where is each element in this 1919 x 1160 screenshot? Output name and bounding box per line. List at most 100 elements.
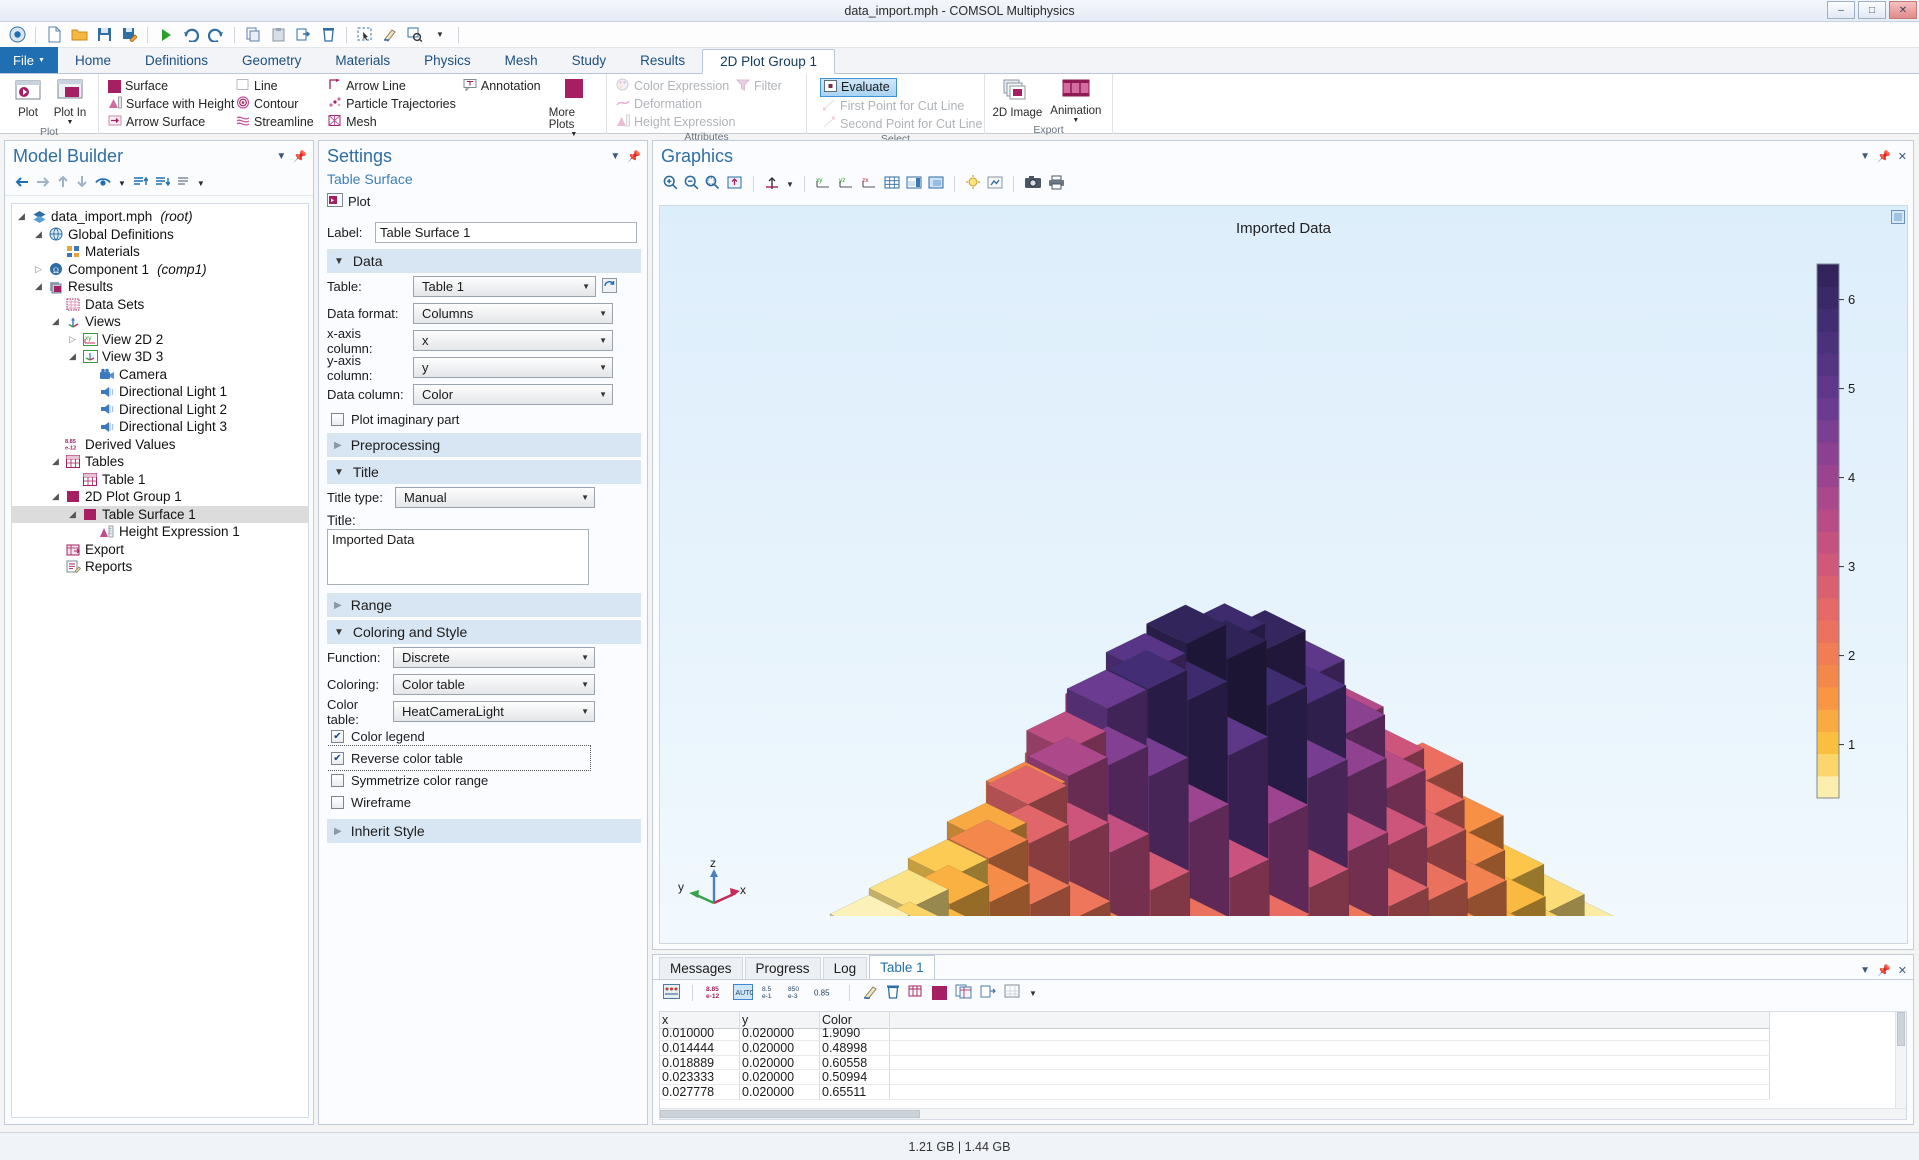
zoom-extents-icon[interactable] — [705, 175, 721, 193]
coloring-select[interactable]: Color table ▼ — [393, 674, 595, 695]
table-cell[interactable]: 0.018889 — [660, 1055, 740, 1071]
add-annotation-button[interactable]: Annotation — [461, 77, 549, 95]
tree-node-component-1[interactable]: ▷ Ω Component 1 (comp1) — [12, 261, 308, 279]
twisty-expanded-icon[interactable]: ◢ — [67, 509, 78, 520]
show-dropdown-icon[interactable]: ▼ — [118, 179, 126, 188]
pin-icon[interactable]: 📌 — [1877, 150, 1891, 163]
section-data-header[interactable]: ▼ Data — [327, 249, 641, 273]
tree-node-directional-light-3[interactable]: Directional Light 3 — [12, 418, 308, 436]
tree-node-results[interactable]: ◢ Results — [12, 278, 308, 296]
add-surface-with-height-button[interactable]: Surface with Height — [106, 95, 234, 113]
show-eye-icon[interactable] — [95, 176, 111, 191]
section-range-header[interactable]: ▶ Range — [327, 593, 641, 617]
reverse-color-table-row[interactable]: ✔ Reverse color table — [327, 745, 591, 771]
graphics-overlay-icon[interactable] — [1891, 210, 1905, 227]
copy-table-icon[interactable] — [955, 984, 972, 1002]
tree-node-export[interactable]: Export — [12, 541, 308, 559]
table-toolbar[interactable]: 8.85 e-12 AUTO 8.5 e-1 850 e-3 0.85 ▼ — [653, 980, 1913, 1006]
tree-node-data-import-mph[interactable]: ◢ data_import.mph (root) — [12, 208, 308, 226]
close-button[interactable]: ✕ — [1889, 1, 1917, 19]
twisty-expanded-icon[interactable]: ◢ — [67, 351, 78, 362]
ribbon-tab-bar[interactable]: File ▼ Home Definitions Geometry Material… — [0, 47, 1919, 74]
data-column-select[interactable]: Color ▼ — [413, 384, 613, 405]
second-point-for-cut-line-button[interactable]: Second Point for Cut Line — [820, 115, 986, 133]
scene-light-icon[interactable] — [965, 175, 981, 193]
table-cell[interactable]: 0.020000 — [740, 1084, 820, 1100]
wireframe-row[interactable]: Wireframe — [327, 791, 641, 813]
graphics-canvas[interactable]: Imported Data z x y 1 2 3 4 5 6 — [659, 205, 1908, 944]
add-contour-button[interactable]: Contour — [234, 95, 326, 113]
add-arrow-line-button[interactable]: Arrow Line — [326, 77, 461, 95]
minimize-button[interactable]: – — [1827, 1, 1855, 19]
tree-node-derived-values[interactable]: 8.85 e-12 Derived Values — [12, 436, 308, 454]
y-axis-column-select[interactable]: y ▼ — [413, 357, 613, 378]
symmetrize-color-range-row[interactable]: Symmetrize color range — [327, 769, 641, 791]
tree-node-table-surface-1[interactable]: ◢ Table Surface 1 — [12, 505, 308, 523]
model-builder-toolbar[interactable]: ▼ ▼ — [5, 171, 313, 196]
tree-node-view-2d-2[interactable]: ▷ xy View 2D 2 — [12, 331, 308, 349]
maximize-button[interactable]: □ — [1858, 1, 1886, 19]
tab-study[interactable]: Study — [555, 48, 624, 73]
tree-node-directional-light-2[interactable]: Directional Light 2 — [12, 401, 308, 419]
tree-node-reports[interactable]: Reports — [12, 558, 308, 576]
add-mesh-button[interactable]: Mesh — [326, 113, 461, 131]
twisty-collapsed-icon[interactable]: ▷ — [67, 334, 78, 345]
move-down-icon[interactable] — [76, 175, 88, 191]
tree-node-global-definitions[interactable]: ◢ Global Definitions — [12, 226, 308, 244]
section-coloring-header[interactable]: ▼ Coloring and Style — [327, 620, 641, 644]
color-legend-row[interactable]: ✔ Color legend — [327, 725, 641, 747]
list-dropdown-icon[interactable]: ▼ — [197, 179, 205, 188]
delete-icon[interactable] — [317, 24, 339, 45]
yz-plane-icon[interactable]: yz — [838, 175, 855, 193]
zoom-out-icon[interactable] — [684, 175, 699, 193]
exp-notation-icon[interactable]: 8.5 e-1 — [761, 984, 779, 1003]
tab-results[interactable]: Results — [623, 48, 702, 73]
twisty-collapsed-icon[interactable]: ▷ — [33, 264, 44, 275]
zoom-extents-icon[interactable] — [404, 24, 426, 45]
new-file-icon[interactable] — [43, 24, 65, 45]
redo-icon[interactable] — [205, 24, 227, 45]
twisty-expanded-icon[interactable]: ◢ — [50, 456, 61, 467]
close-icon[interactable]: ✕ — [1898, 150, 1907, 163]
move-up-icon[interactable] — [57, 175, 69, 191]
tab-definitions[interactable]: Definitions — [128, 48, 225, 73]
clear-selection-icon[interactable] — [379, 24, 401, 45]
deformation-button[interactable]: Deformation — [614, 95, 734, 113]
xy-plane-icon[interactable]: xy — [815, 175, 832, 193]
table-row[interactable]: 0.027778 0.020000 0.65511 — [660, 1084, 1906, 1100]
export-animation-button[interactable]: Animation ▼ — [1047, 77, 1105, 124]
model-tree[interactable]: ◢ data_import.mph (root) ◢ Global Definition… — [11, 203, 309, 1118]
tree-node-view-3d-3[interactable]: ◢ View 3D 3 — [12, 348, 308, 366]
export-table-icon[interactable] — [908, 984, 924, 1002]
expand-all-icon[interactable] — [155, 176, 171, 191]
copy-icon[interactable] — [242, 24, 264, 45]
model-builder-panel-controls[interactable]: ▼ 📌 — [276, 150, 307, 163]
table-cell[interactable]: 0.020000 — [740, 1070, 820, 1085]
table-cell[interactable]: 0.020000 — [740, 1041, 820, 1056]
tab-materials[interactable]: Materials — [318, 48, 407, 73]
run-icon[interactable] — [155, 24, 177, 45]
tree-node-table-1[interactable]: Table 1 — [12, 471, 308, 489]
panel-menu-icon[interactable]: ▼ — [1860, 151, 1870, 162]
panel-menu-icon[interactable]: ▼ — [276, 151, 286, 162]
twisty-expanded-icon[interactable]: ◢ — [50, 316, 61, 327]
pin-icon[interactable]: 📌 — [1877, 964, 1891, 977]
settings-plot-button[interactable]: Plot — [319, 191, 647, 211]
label-input[interactable]: Table Surface 1 — [375, 222, 637, 243]
pin-icon[interactable]: 📌 — [627, 150, 641, 163]
color-swatch-icon[interactable] — [932, 986, 947, 1000]
table-cell[interactable]: 0.020000 — [740, 1055, 820, 1071]
tab-log[interactable]: Log — [822, 957, 868, 979]
list-icon[interactable] — [177, 176, 190, 191]
table-row[interactable]: 0.010000 0.020000 1.9090 — [660, 1026, 1906, 1042]
table-cell[interactable]: 0.014444 — [660, 1041, 740, 1056]
table-row[interactable]: 0.014444 0.020000 0.48998 — [660, 1041, 1906, 1056]
x-axis-column-select[interactable]: x ▼ — [413, 330, 613, 351]
table-cell[interactable]: 0.48998 — [820, 1041, 890, 1056]
graph-icon[interactable] — [1004, 984, 1021, 1002]
table-grid[interactable]: x y Color 0.010000 0.020000 1.9090 0.014444 0.… — [659, 1011, 1907, 1120]
section-inherit-style-header[interactable]: ▶ Inherit Style — [327, 819, 641, 843]
table-select[interactable]: Table 1 ▼ — [413, 276, 596, 297]
transparency-icon[interactable] — [928, 175, 944, 193]
pin-icon[interactable]: 📌 — [293, 150, 307, 163]
